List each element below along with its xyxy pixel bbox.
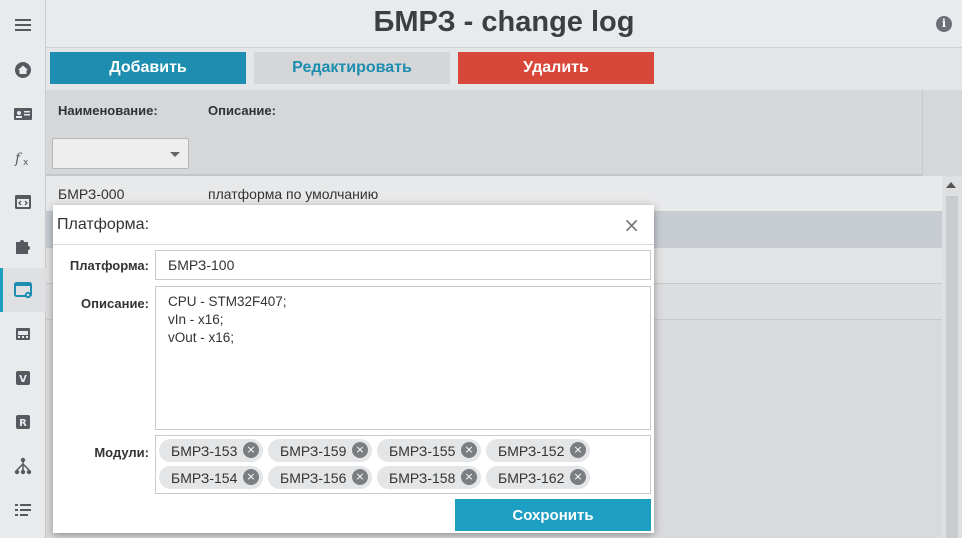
save-button[interactable]: Сохронить — [455, 499, 651, 531]
module-chip: БМРЗ-152 × — [486, 439, 590, 462]
filter-spacer — [922, 90, 942, 176]
module-chip: БМРЗ-159 × — [268, 439, 372, 462]
module-chip-label: БМРЗ-154 — [171, 469, 238, 486]
platform-input[interactable]: БМРЗ-100 — [155, 250, 651, 280]
delete-button[interactable]: Удалить — [458, 52, 654, 84]
r-badge-icon[interactable]: R — [0, 400, 46, 444]
scrollbar-thumb[interactable] — [946, 196, 958, 538]
hardware-icon[interactable] — [0, 312, 46, 356]
toolbar: Добавить Редактировать Удалить — [46, 48, 962, 90]
module-chip: БМРЗ-155 × — [377, 439, 481, 462]
description-field-label: Описание: — [81, 296, 149, 311]
add-button[interactable]: Добавить — [50, 52, 246, 84]
row-name: БМРЗ-000 — [58, 186, 125, 202]
module-chip: БМРЗ-154 × — [159, 466, 263, 489]
module-chip-label: БМРЗ-158 — [389, 469, 456, 486]
remove-chip-icon[interactable]: × — [570, 469, 586, 485]
module-chip-label: БМРЗ-162 — [498, 469, 565, 486]
header: БМРЗ - change log i — [46, 0, 962, 48]
filter-header: Наименование: Описание: — [46, 90, 942, 176]
v-badge-icon[interactable]: V — [0, 356, 46, 400]
module-chip: БМРЗ-156 × — [268, 466, 372, 489]
hierarchy-icon[interactable] — [0, 444, 46, 488]
remove-chip-icon[interactable]: × — [243, 442, 259, 458]
contact-card-icon[interactable] — [0, 92, 46, 136]
edit-button[interactable]: Редактировать — [254, 52, 450, 84]
function-icon[interactable]: fx — [0, 136, 46, 180]
remove-chip-icon[interactable]: × — [461, 469, 477, 485]
svg-text:f: f — [14, 151, 23, 167]
modules-tag-input[interactable]: БМРЗ-153 × БМРЗ-159 × БМРЗ-155 × БМРЗ-15… — [155, 435, 651, 494]
scroll-up-icon[interactable] — [946, 182, 956, 188]
settings-window-icon[interactable] — [0, 268, 46, 312]
dialog-title: Платформа: — [57, 216, 150, 233]
puzzle-icon[interactable] — [0, 224, 46, 268]
svg-text:x: x — [23, 158, 29, 168]
description-textarea[interactable]: CPU - STM32F407; vIn - x16; vOut - x16; — [155, 286, 651, 430]
name-column-header: Наименование: — [58, 103, 158, 118]
close-icon[interactable]: × — [623, 215, 640, 235]
dialog-header: Платформа: × — [53, 205, 654, 245]
list-icon[interactable] — [0, 488, 46, 532]
module-chip-label: БМРЗ-156 — [280, 469, 347, 486]
module-chip-label: БМРЗ-159 — [280, 442, 347, 459]
svg-text:V: V — [19, 374, 27, 385]
modules-field-label: Модули: — [94, 445, 149, 460]
platform-dialog: Платформа: × Платформа: БМРЗ-100 Описани… — [53, 205, 654, 533]
remove-chip-icon[interactable]: × — [243, 469, 259, 485]
module-chip: БМРЗ-162 × — [486, 466, 590, 489]
module-chip: БМРЗ-158 × — [377, 466, 481, 489]
remove-chip-icon[interactable]: × — [352, 469, 368, 485]
row-description: платформа по умолчанию — [208, 186, 379, 202]
module-chip-label: БМРЗ-153 — [171, 442, 238, 459]
remove-chip-icon[interactable]: × — [352, 442, 368, 458]
sidebar: fx V R — [0, 0, 46, 538]
chevron-down-icon — [170, 152, 180, 157]
description-column-header: Описание: — [208, 103, 276, 118]
menu-icon[interactable] — [0, 3, 46, 47]
module-chip-label: БМРЗ-152 — [498, 442, 565, 459]
module-chip-label: БМРЗ-155 — [389, 442, 456, 459]
page-title: БМРЗ - change log — [373, 6, 635, 38]
remove-chip-icon[interactable]: × — [570, 442, 586, 458]
filter-spacer — [942, 90, 962, 176]
module-chip: БМРЗ-153 × — [159, 439, 263, 462]
remove-chip-icon[interactable]: × — [461, 442, 477, 458]
svg-text:R: R — [19, 418, 27, 429]
code-window-icon[interactable] — [0, 180, 46, 224]
info-icon[interactable]: i — [936, 16, 952, 32]
platform-field-label: Платформа: — [69, 258, 149, 273]
home-icon[interactable] — [0, 48, 46, 92]
name-filter-select[interactable] — [52, 138, 189, 169]
